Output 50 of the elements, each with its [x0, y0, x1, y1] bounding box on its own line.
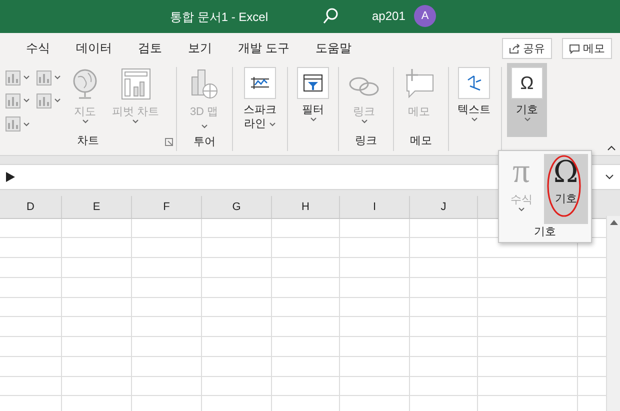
comment-icon: [569, 44, 580, 54]
account-name[interactable]: ap201: [372, 9, 406, 23]
caret-icon: [23, 122, 30, 127]
menu-tab[interactable]: 개발 도구: [238, 40, 290, 56]
menu-tab[interactable]: 수식: [26, 40, 50, 56]
caret-icon: [23, 75, 30, 80]
play-icon[interactable]: [6, 172, 15, 182]
annotation-circle: [546, 154, 582, 218]
menu-tab[interactable]: 검토: [138, 40, 162, 56]
expand-caret-icon[interactable]: [605, 174, 614, 180]
group-label: 투어: [194, 136, 216, 148]
text-button[interactable]: 텍스트: [454, 67, 494, 133]
group-label: 기호: [534, 226, 556, 238]
share-icon: [509, 44, 520, 54]
caret-icon: [54, 75, 61, 80]
building-globe-icon: [189, 67, 219, 101]
collapse-ribbon-icon[interactable]: [607, 145, 616, 151]
omega-icon: Ω: [553, 158, 578, 188]
symbol-button[interactable]: Ω 기호: [507, 63, 547, 137]
column-header[interactable]: E: [62, 196, 132, 218]
search-icon[interactable]: [322, 7, 340, 25]
vertical-scrollbar[interactable]: [606, 216, 620, 411]
column-header[interactable]: G: [202, 196, 272, 218]
column-header[interactable]: F: [132, 196, 202, 218]
group-label: 차트: [77, 135, 99, 147]
sparkline-button[interactable]: 스파크 라인: [238, 67, 282, 133]
column-header[interactable]: J: [410, 196, 478, 218]
sparkline-icon: [250, 76, 270, 90]
comment-button[interactable]: 메모: [562, 38, 612, 59]
filter-button[interactable]: 필터: [293, 67, 333, 133]
filter-icon: [303, 74, 323, 92]
caret-icon: [54, 98, 61, 104]
column-header[interactable]: H: [272, 196, 340, 218]
menu-tab[interactable]: 보기: [188, 40, 212, 56]
omega-icon: Ω: [520, 74, 534, 92]
share-button[interactable]: 공유: [502, 38, 552, 59]
symbol-button[interactable]: Ω 기호: [544, 154, 588, 224]
window-title: 통합 문서1 - Excel: [170, 9, 268, 26]
pivot-chart-icon: [120, 67, 152, 101]
speech-bubble-plus-icon: [403, 67, 435, 101]
menu-tab[interactable]: 도움말: [315, 40, 352, 56]
column-header[interactable]: I: [340, 196, 410, 218]
group-label: 메모: [410, 135, 432, 147]
pi-icon: π: [512, 155, 530, 189]
group-label: 링크: [355, 135, 377, 147]
avatar[interactable]: A: [414, 5, 436, 27]
dialog-launcher-icon[interactable]: [165, 138, 173, 146]
caret-icon: [23, 98, 30, 104]
column-header[interactable]: D: [0, 196, 62, 218]
menu-tab[interactable]: 데이터: [76, 40, 112, 56]
